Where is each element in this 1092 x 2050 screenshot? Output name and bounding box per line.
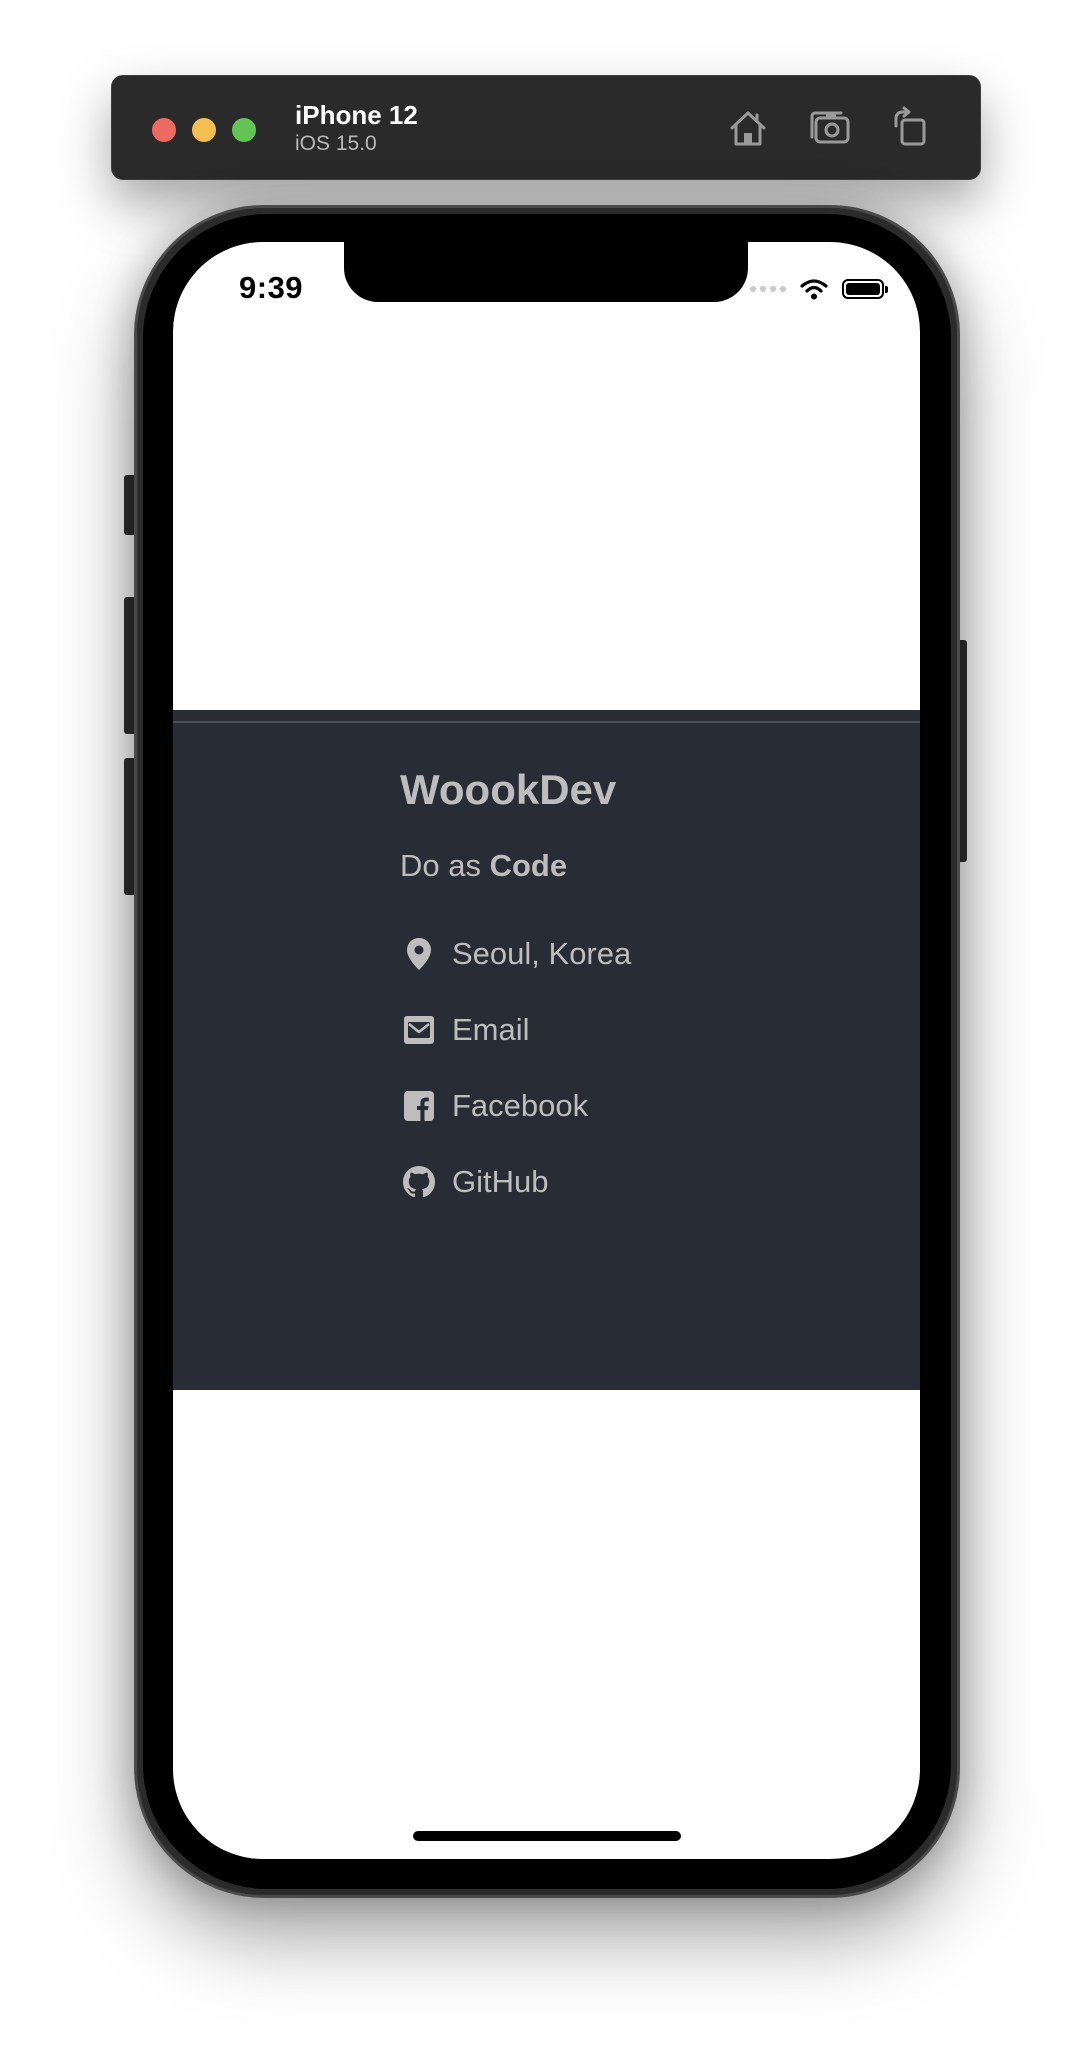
facebook-icon xyxy=(400,1087,438,1125)
location-pin-icon xyxy=(400,935,438,973)
footer-content: WoookDev Do as Code Seoul, Korea Email F… xyxy=(400,762,631,1238)
home-indicator[interactable] xyxy=(413,1831,681,1841)
rotate-button[interactable] xyxy=(888,104,936,152)
footer-tagline: Do as Code xyxy=(400,846,631,886)
rotate-icon xyxy=(894,106,926,146)
footer-divider xyxy=(173,721,920,723)
battery-icon xyxy=(842,279,888,299)
contact-email-label[interactable]: Email xyxy=(452,1012,530,1048)
notch xyxy=(344,242,748,302)
screenshot-icon xyxy=(810,111,850,144)
status-icons xyxy=(750,278,888,300)
github-icon xyxy=(400,1163,438,1201)
home-button[interactable] xyxy=(724,104,772,152)
screenshot-button[interactable] xyxy=(807,104,855,152)
close-window-button[interactable] xyxy=(152,118,176,142)
contact-email[interactable]: Email xyxy=(400,1010,631,1050)
contact-location: Seoul, Korea xyxy=(400,934,631,974)
tagline-bold: Code xyxy=(489,848,568,883)
contact-facebook[interactable]: Facebook xyxy=(400,1086,631,1126)
zoom-window-button[interactable] xyxy=(232,118,256,142)
contact-github-label[interactable]: GitHub xyxy=(452,1164,548,1200)
minimize-window-button[interactable] xyxy=(192,118,216,142)
simulator-stage: iPhone 12 iOS 15.0 9:39 WoookDev Do as C… xyxy=(0,0,1092,2050)
footer-brand: WoookDev xyxy=(400,766,617,813)
contact-github[interactable]: GitHub xyxy=(400,1162,631,1202)
phone-screen: 9:39 WoookDev Do as Code Seoul, Korea Em… xyxy=(173,242,920,1859)
envelope-icon xyxy=(400,1011,438,1049)
status-time: 9:39 xyxy=(239,270,304,305)
contact-location-label: Seoul, Korea xyxy=(452,936,632,971)
contact-list: Seoul, Korea Email Facebook GitHub xyxy=(400,934,631,1202)
simulator-toolbar: iPhone 12 iOS 15.0 xyxy=(111,75,981,180)
home-icon xyxy=(730,111,766,146)
device-os-version: iOS 15.0 xyxy=(295,132,377,155)
device-name: iPhone 12 xyxy=(295,100,418,130)
tagline-prefix: Do as xyxy=(400,848,490,883)
signal-icon xyxy=(750,286,786,292)
site-footer: WoookDev Do as Code Seoul, Korea Email F… xyxy=(173,710,920,1390)
contact-facebook-label[interactable]: Facebook xyxy=(452,1088,588,1124)
wifi-icon xyxy=(800,279,828,300)
